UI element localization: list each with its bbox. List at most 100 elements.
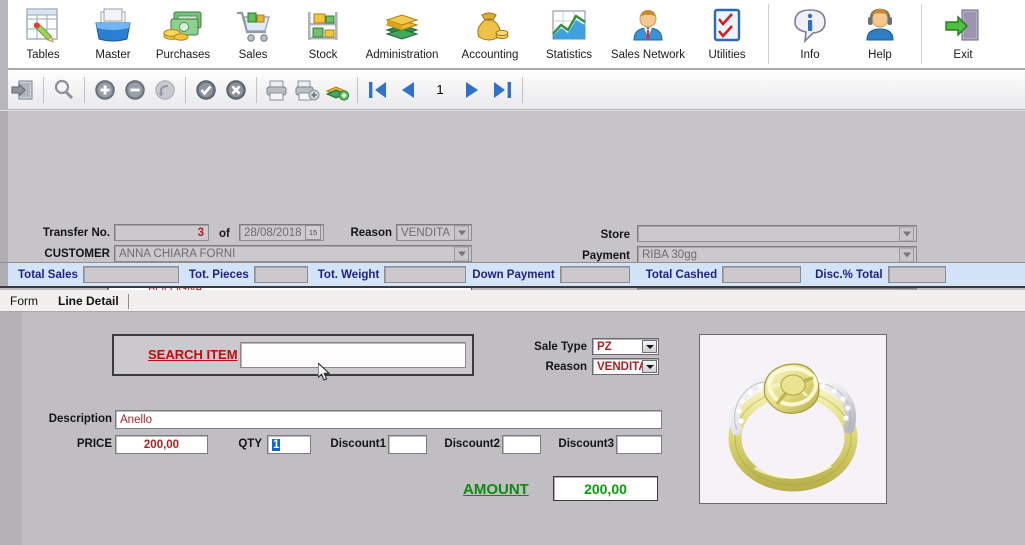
prev-record-button[interactable] <box>393 74 423 106</box>
export-button[interactable] <box>322 74 352 106</box>
minus-circle-icon <box>125 79 145 100</box>
toolbar-item-label: Administration <box>365 49 439 61</box>
amount-link[interactable]: AMOUNT <box>463 481 529 498</box>
toolbar-item-sales[interactable]: Sales <box>218 0 288 68</box>
toolbar-item-label: Statistics <box>545 49 592 61</box>
plus-circle-icon <box>95 79 115 100</box>
toolbar-item-purchases[interactable]: Purchases <box>148 0 218 68</box>
payment-field[interactable]: RIBA 30gg <box>637 246 917 263</box>
price-field[interactable]: 200,00 <box>115 435 208 454</box>
description-field[interactable]: Anello <box>115 410 662 429</box>
down-payment-label: Down Payment <box>472 268 555 281</box>
navbar-left-strip <box>0 69 8 110</box>
store-field[interactable] <box>637 225 917 242</box>
line-reason-select[interactable]: VENDITA <box>592 358 659 375</box>
toolbar-item-help[interactable]: Help <box>845 0 915 68</box>
toolbar-item-accounting[interactable]: Accounting <box>446 0 534 68</box>
toolbar-item-administration[interactable]: Administration <box>358 0 446 68</box>
toolbar-item-label: Help <box>868 49 892 61</box>
chevron-down-icon[interactable] <box>454 225 469 240</box>
qty-field[interactable]: 1 <box>267 435 311 454</box>
next-record-button[interactable] <box>457 74 487 106</box>
print-add-button[interactable] <box>292 74 322 106</box>
undo-button[interactable] <box>150 74 180 106</box>
chevron-down-icon[interactable] <box>642 360 657 373</box>
qty-value: 1 <box>272 438 281 451</box>
search-button[interactable] <box>49 74 79 106</box>
disc-total-field[interactable] <box>887 266 946 283</box>
down-payment-field[interactable] <box>559 266 630 283</box>
reason-field[interactable]: VENDITA <box>396 224 472 241</box>
sale-type-value: PZ <box>597 340 612 353</box>
chevron-down-icon[interactable] <box>899 226 914 241</box>
tab-form[interactable]: Form <box>0 292 48 311</box>
discount3-label: Discount3 <box>558 438 614 450</box>
application-window: Tables Master Purchases Sales Stock Admi… <box>0 0 1025 545</box>
tab-line-detail[interactable]: Line Detail <box>48 292 129 311</box>
reason-label: Reason <box>350 227 392 239</box>
cancel-button[interactable] <box>221 74 251 106</box>
transfer-no-field[interactable]: 3 <box>114 224 209 241</box>
first-record-button[interactable] <box>363 74 393 106</box>
search-item-input[interactable] <box>240 342 466 368</box>
toolbar-separator-2 <box>921 4 922 64</box>
print-button[interactable] <box>262 74 292 106</box>
books-stack-icon <box>380 4 424 48</box>
check-circle-icon <box>196 79 216 100</box>
record-page-number[interactable]: 1 <box>423 82 457 97</box>
grid-pencil-icon <box>22 4 64 48</box>
nav-separator-1 <box>43 76 44 103</box>
total-cashed-field[interactable] <box>722 266 802 283</box>
warehouse-rack-icon <box>302 4 344 48</box>
add-button[interactable] <box>90 74 120 106</box>
toolbar-item-label: Stock <box>308 49 338 61</box>
gold-knot-ring-image <box>703 338 883 500</box>
discount3-field[interactable] <box>616 435 662 454</box>
nav-separator-3 <box>185 76 186 103</box>
chevron-down-icon[interactable] <box>454 246 469 261</box>
toolbar-item-label: Master <box>95 49 131 61</box>
description-label: Description <box>48 413 112 425</box>
toolbar-item-tables[interactable]: Tables <box>8 0 78 68</box>
mouse-cursor-icon <box>317 361 332 387</box>
chevron-down-icon[interactable] <box>899 247 914 262</box>
toolbar-item-utilities[interactable]: Utilities <box>692 0 762 68</box>
transfer-no-label: Transfer No. <box>42 227 110 239</box>
nav-separator-5 <box>357 76 358 103</box>
toolbar-item-sales-network[interactable]: Sales Network <box>604 0 692 68</box>
toolbar-item-label: Sales Network <box>610 49 686 61</box>
line-reason-label: Reason <box>545 361 587 373</box>
payment-value: RIBA 30gg <box>642 248 697 261</box>
payment-label: Payment <box>582 250 630 262</box>
delete-button[interactable] <box>120 74 150 106</box>
customer-field[interactable]: ANNA CHIARA FORNI <box>114 245 472 262</box>
item-image-frame <box>699 334 887 504</box>
nav-separator-2 <box>84 76 85 103</box>
toolbar-item-statistics[interactable]: Statistics <box>534 0 604 68</box>
last-record-button[interactable] <box>487 74 517 106</box>
exit-form-button[interactable] <box>8 74 38 106</box>
toolbar-item-master[interactable]: Master <box>78 0 148 68</box>
tot-pieces-label: Tot. Pieces <box>188 268 249 281</box>
toolbar-left-strip <box>0 0 8 70</box>
chevron-down-icon[interactable] <box>642 340 657 353</box>
last-record-icon <box>494 81 511 98</box>
confirm-button[interactable] <box>191 74 221 106</box>
toolbar-item-label: Tables <box>26 49 60 61</box>
disc-total-label: Disc.% Total <box>815 268 883 281</box>
main-toolbar: Tables Master Purchases Sales Stock Admi… <box>0 0 1025 70</box>
amount-field[interactable]: 200,00 <box>553 476 658 501</box>
transfer-of-label: of <box>219 228 230 240</box>
calendar-picker-button[interactable]: 15 <box>305 225 321 240</box>
price-label: PRICE <box>76 438 112 450</box>
search-item-link[interactable]: SEARCH ITEM <box>148 347 238 362</box>
nav-separator-4 <box>256 76 257 103</box>
next-record-icon <box>466 81 478 98</box>
toolbar-item-stock[interactable]: Stock <box>288 0 358 68</box>
sale-type-select[interactable]: PZ <box>592 338 659 355</box>
tot-weight-field[interactable] <box>384 266 467 283</box>
total-sales-field[interactable] <box>82 266 179 283</box>
toolbar-item-info[interactable]: Info <box>775 0 845 68</box>
toolbar-item-exit[interactable]: Exit <box>928 0 998 68</box>
tot-pieces-field[interactable] <box>253 266 308 283</box>
